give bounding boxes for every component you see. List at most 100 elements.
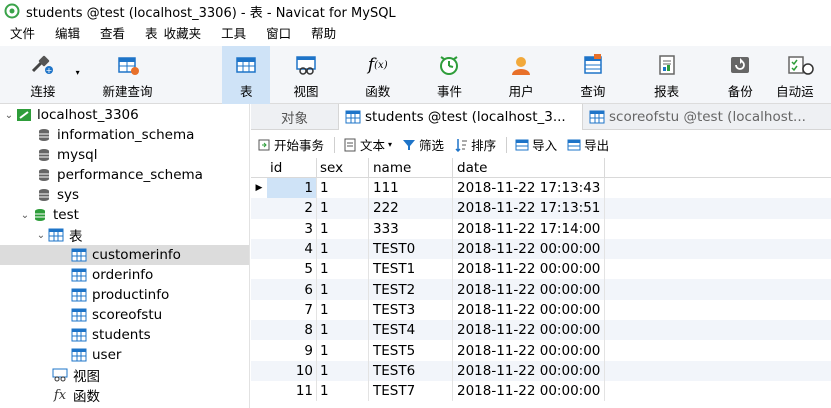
row-selector[interactable]	[251, 320, 267, 340]
cell-sex[interactable]: 1	[317, 259, 369, 280]
function-button[interactable]: f (x) 函数	[342, 46, 414, 104]
backup-button[interactable]: 备份	[704, 46, 776, 104]
cell-id[interactable]: 5	[267, 259, 317, 280]
dropdown-arrow-icon[interactable]: ▾	[388, 140, 392, 149]
begin-transaction-button[interactable]: 开始事务	[257, 135, 324, 154]
cell-sex[interactable]: 1	[317, 299, 369, 321]
menu-favorites[interactable]: 收藏夹	[161, 22, 212, 46]
chevron-down-icon[interactable]: ⌄	[18, 210, 32, 221]
cell-date[interactable]: 2018-11-22 00:00:00	[453, 340, 605, 361]
tab-scoreofstu[interactable]: scoreofstu @test (localhost...	[583, 104, 831, 130]
import-button[interactable]: 导入	[515, 135, 557, 154]
tree-table-students[interactable]: students	[0, 325, 249, 345]
row-selector[interactable]	[251, 198, 267, 218]
tree-table-orderinfo[interactable]: orderinfo	[0, 265, 249, 285]
cell-date[interactable]: 2018-11-22 00:00:00	[453, 320, 605, 341]
automation-button[interactable]: 自动运	[776, 46, 831, 104]
row-selector[interactable]	[251, 239, 267, 259]
tree-table-scoreofstu[interactable]: scoreofstu	[0, 305, 249, 325]
tree-db-mysql[interactable]: mysql	[0, 145, 249, 165]
cell-name[interactable]: 222	[369, 198, 453, 219]
tree-table-user[interactable]: user	[0, 345, 249, 365]
cell-date[interactable]: 2018-11-22 00:00:00	[453, 279, 605, 300]
menu-file[interactable]: 文件	[0, 22, 45, 46]
column-header-id[interactable]: id	[267, 158, 317, 177]
tree-table-customerinfo[interactable]: customerinfo	[0, 245, 249, 265]
table-row[interactable]: 11 1 TEST7 2018-11-22 00:00:00	[251, 380, 831, 402]
tree-connection[interactable]: ⌄ localhost_3306	[0, 105, 249, 125]
table-row[interactable]: 4 1 TEST0 2018-11-22 00:00:00	[251, 238, 831, 260]
cell-sex[interactable]: 1	[317, 279, 369, 300]
row-selector[interactable]	[251, 279, 267, 299]
menu-view[interactable]: 查看	[90, 22, 135, 46]
cell-sex[interactable]: 1	[317, 360, 369, 381]
row-selector[interactable]	[251, 340, 267, 360]
cell-id[interactable]: 1	[267, 178, 317, 199]
cell-id[interactable]: 7	[267, 299, 317, 321]
cell-sex[interactable]: 1	[317, 320, 369, 341]
tree-table-productinfo[interactable]: productinfo	[0, 285, 249, 305]
cell-id[interactable]: 4	[267, 238, 317, 260]
cell-id[interactable]: 3	[267, 218, 317, 239]
cell-date[interactable]: 2018-11-22 00:00:00	[453, 299, 605, 321]
sort-button[interactable]: 排序	[454, 135, 496, 154]
cell-sex[interactable]: 1	[317, 238, 369, 260]
report-button[interactable]: 报表	[629, 46, 705, 104]
cell-date[interactable]: 2018-11-22 00:00:00	[453, 238, 605, 260]
cell-name[interactable]: TEST5	[369, 340, 453, 361]
cell-date[interactable]: 2018-11-22 00:00:00	[453, 380, 605, 402]
export-button[interactable]: 导出	[567, 135, 609, 154]
table-row[interactable]: 3 1 333 2018-11-22 17:14:00	[251, 218, 831, 239]
row-selector[interactable]	[251, 381, 267, 401]
tree-db-information-schema[interactable]: information_schema	[0, 125, 249, 145]
tab-objects[interactable]: 对象	[251, 104, 339, 130]
column-header-date[interactable]: date	[453, 158, 605, 177]
cell-id[interactable]: 11	[267, 380, 317, 402]
connection-button[interactable]: + 连接 ▾	[0, 46, 86, 104]
query-button[interactable]: 查询	[557, 46, 629, 104]
cell-sex[interactable]: 1	[317, 218, 369, 239]
menu-help[interactable]: 帮助	[301, 22, 346, 46]
cell-date[interactable]: 2018-11-22 17:13:43	[453, 178, 605, 199]
cell-date[interactable]: 2018-11-22 17:13:51	[453, 198, 605, 219]
cell-id[interactable]: 8	[267, 320, 317, 341]
text-button[interactable]: 文本 ▾	[343, 135, 392, 154]
menu-tools[interactable]: 工具	[211, 22, 256, 46]
chevron-down-icon[interactable]: ⌄	[2, 110, 16, 121]
tree-db-performance-schema[interactable]: performance_schema	[0, 165, 249, 185]
table-row[interactable]: 8 1 TEST4 2018-11-22 00:00:00	[251, 320, 831, 341]
table-row[interactable]: ▶ 1 1 111 2018-11-22 17:13:43	[251, 178, 831, 199]
tree-folder-tables[interactable]: ⌄ 表	[0, 225, 249, 245]
cell-id[interactable]: 10	[267, 360, 317, 381]
cell-sex[interactable]: 1	[317, 198, 369, 219]
table-row[interactable]: 9 1 TEST5 2018-11-22 00:00:00	[251, 340, 831, 361]
cell-name[interactable]: TEST2	[369, 279, 453, 300]
cell-id[interactable]: 9	[267, 340, 317, 361]
cell-name[interactable]: TEST0	[369, 238, 453, 260]
user-button[interactable]: 用户	[485, 46, 557, 104]
table-row[interactable]: 5 1 TEST1 2018-11-22 00:00:00	[251, 259, 831, 280]
tree-db-test[interactable]: ⌄ test	[0, 205, 249, 225]
tab-students[interactable]: students @test (localhost_3...	[339, 104, 583, 130]
row-selector[interactable]	[251, 361, 267, 381]
tree-folder-functions[interactable]: fx 函数	[0, 385, 249, 406]
cell-name[interactable]: TEST1	[369, 259, 453, 280]
cell-id[interactable]: 2	[267, 198, 317, 219]
cell-id[interactable]: 6	[267, 279, 317, 300]
tree-folder-views[interactable]: 视图	[0, 365, 249, 385]
table-row[interactable]: 6 1 TEST2 2018-11-22 00:00:00	[251, 279, 831, 300]
row-selector[interactable]	[251, 219, 267, 239]
table-row[interactable]: 10 1 TEST6 2018-11-22 00:00:00	[251, 360, 831, 381]
event-button[interactable]: 事件	[414, 46, 486, 104]
cell-date[interactable]: 2018-11-22 00:00:00	[453, 259, 605, 280]
cell-date[interactable]: 2018-11-22 17:14:00	[453, 218, 605, 239]
cell-sex[interactable]: 1	[317, 178, 369, 199]
menu-window[interactable]: 窗口	[256, 22, 301, 46]
row-selector[interactable]	[251, 300, 267, 320]
new-query-button[interactable]: 新建查询	[86, 46, 170, 104]
column-header-sex[interactable]: sex	[317, 158, 369, 177]
menu-table[interactable]: 表	[135, 22, 161, 46]
row-selector[interactable]	[251, 259, 267, 279]
chevron-down-icon[interactable]: ⌄	[34, 230, 48, 241]
tree-db-sys[interactable]: sys	[0, 185, 249, 205]
